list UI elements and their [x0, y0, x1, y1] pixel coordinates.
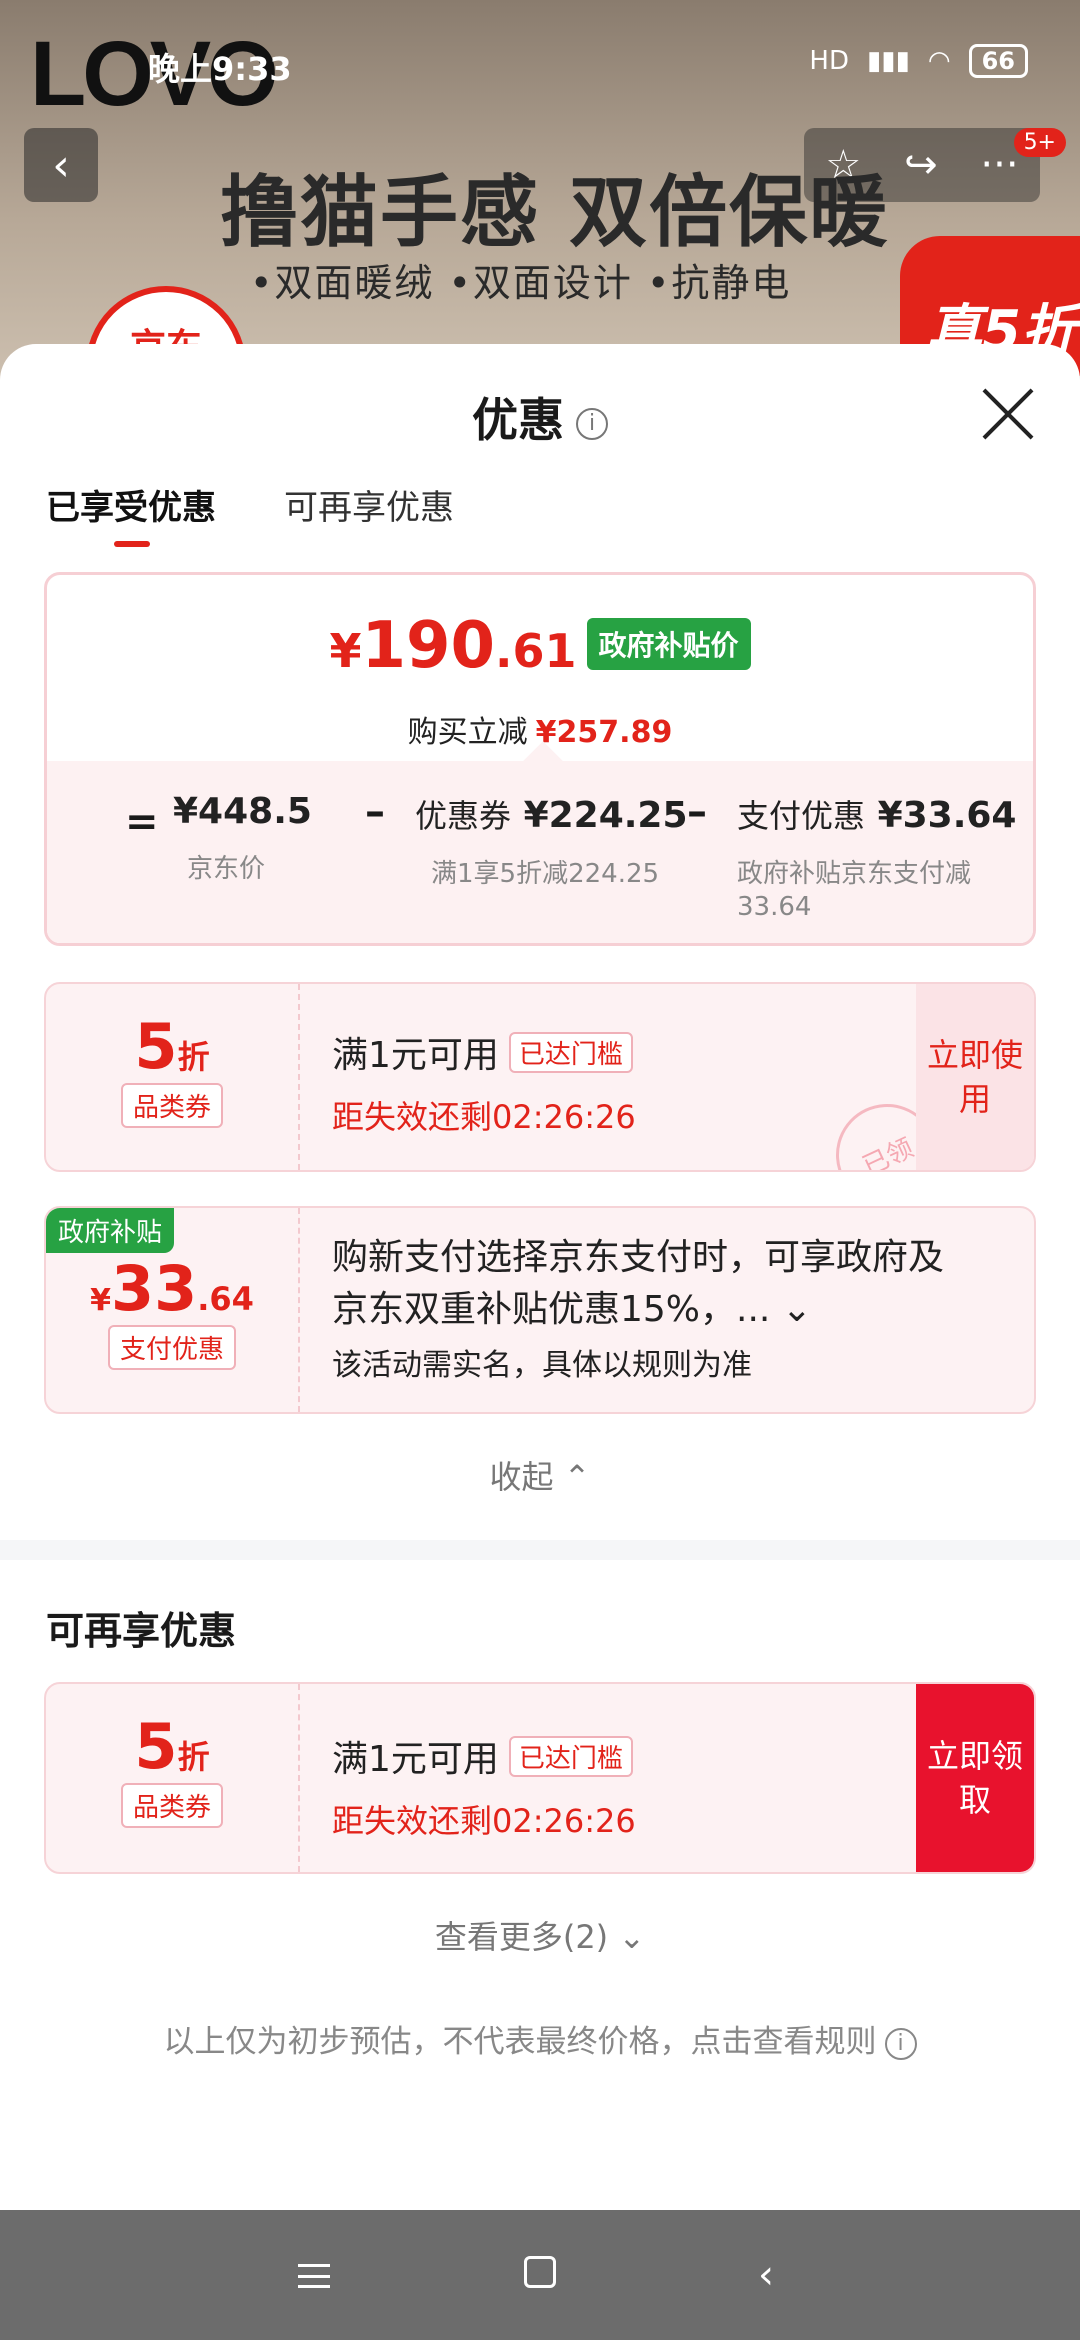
reduce-label: 购买立减 [407, 715, 528, 750]
formula-minus-2: – [687, 789, 707, 835]
jd-price-label: 京东价 [187, 854, 266, 884]
gov-text-1: 购新支付选择京东支付时，可享政府及 [332, 1237, 945, 1278]
wifi-icon: ◠ [927, 46, 951, 76]
product-background: LOVO 晚上9:33 HD ▮▮▮ ◠ 66 ‹ ☆ ↪ ··· 5+ 撸猫手… [0, 0, 1080, 400]
disclaimer-text[interactable]: 以上仅为初步预估，不代表最终价格，点击查看规则 [164, 2024, 877, 2060]
coupon-type: 品类券 [120, 1783, 223, 1828]
coupon-label: 优惠券 [415, 797, 512, 835]
pay-desc-1: 政府补贴京东支付减 [737, 859, 972, 889]
jd-price-col: ¥448.5 京东价 [173, 791, 312, 885]
price-yen: ¥ [329, 624, 362, 678]
disc-value: 5 [134, 1710, 178, 1783]
price-int: 190 [361, 609, 496, 683]
section-divider [0, 1540, 1080, 1560]
signal-icon: ▮▮▮ [866, 46, 910, 76]
disc-value: 5 [134, 1010, 178, 1083]
network-label: HD [809, 46, 849, 76]
pay-value: ¥33.64 [877, 795, 1017, 836]
gov-price-tag: 政府补贴价 [586, 618, 751, 670]
pay-desc-2: 33.64 [737, 892, 812, 922]
home-icon[interactable] [427, 2252, 653, 2298]
coupon-info: 满1元可用 已达门槛 距失效还剩02:26:26 [332, 1730, 636, 1842]
gov-info: 购新支付选择京东支付时，可享政府及 京东双重补贴优惠15%，... ⌄ 该活动需… [332, 1232, 944, 1384]
product-subline: •双面暖绒 •双面设计 •抗静电 [250, 261, 792, 305]
reached-badge: 已达门槛 [508, 1736, 633, 1777]
discount-tabs: 已享受优惠 可再享优惠 [46, 480, 454, 547]
coupon-value: ¥224.25 [523, 795, 688, 836]
coupon-timer: 距失效还剩02:26:26 [332, 1802, 636, 1840]
gov-subsidy-card: 政府补贴 ¥33.64 支付优惠 购新支付选择京东支付时，可享政府及 京东双重补… [44, 1206, 1036, 1414]
system-nav-bar: ‹ [0, 2210, 1080, 2340]
menu-icon[interactable] [201, 2252, 427, 2298]
gov-int: 33 [110, 1252, 198, 1325]
coupon-left: 5折 品类券 [46, 1684, 300, 1872]
disc-unit: 折 [177, 1738, 210, 1776]
coupon-col: 优惠券 ¥224.25 满1享5折减224.25 [415, 791, 688, 890]
sheet-title: 优惠 i [0, 384, 1080, 450]
price-dec: .61 [495, 624, 577, 678]
coupon-type: 品类券 [120, 1083, 223, 1128]
coupon-discount: 5折 [46, 1710, 298, 1783]
disc-unit: 折 [177, 1038, 210, 1076]
coupon-card-claim: 5折 品类券 满1元可用 已达门槛 距失效还剩02:26:26 立即领取 [44, 1682, 1036, 1874]
formula-equals: = [125, 799, 159, 845]
see-more-button[interactable]: 查看更多(2) ⌄ [0, 1912, 1080, 1958]
jd-price-value: ¥448.5 [173, 791, 312, 832]
sheet-title-text: 优惠 [472, 393, 564, 447]
close-icon[interactable] [980, 386, 1036, 442]
use-now-button[interactable]: 立即使用 [916, 984, 1034, 1170]
gov-yen: ¥ [90, 1283, 111, 1318]
coupon-info: 满1元可用 已达门槛 距失效还剩02:26:26 [332, 1026, 636, 1138]
disclaimer[interactable]: 以上仅为初步预估，不代表最终价格，点击查看规则 i [0, 2016, 1080, 2061]
tab-enjoyed[interactable]: 已享受优惠 [46, 480, 216, 547]
coupon-desc: 满1享5折减224.25 [431, 859, 660, 889]
coupon-condition: 满1元可用 [332, 1035, 499, 1076]
price-summary: ¥190.61 政府补贴价 购买立减 ¥257.89 = ¥448.5 京东价 – … [44, 572, 1036, 946]
back-icon[interactable]: ‹ [24, 128, 98, 202]
gov-note: 该活动需实名，具体以规则为准 [332, 1348, 752, 1383]
coupon-condition: 满1元可用 [332, 1739, 499, 1780]
reached-badge: 已达门槛 [508, 1032, 633, 1073]
more-icon[interactable]: ··· [980, 142, 1018, 188]
gov-tag: 政府补贴 [46, 1208, 175, 1253]
info-icon[interactable]: i [884, 2028, 917, 2060]
price-formula: = ¥448.5 京东价 – 优惠券 ¥224.25 满1享5折减224.25 … [47, 741, 1033, 943]
coupon-discount: 5折 [46, 1010, 298, 1083]
status-time: 晚上9:33 [148, 50, 292, 88]
cart-badge: 5+ [1013, 128, 1066, 157]
share-icon[interactable]: ↪ [904, 142, 938, 188]
discount-sheet: 优惠 i 已享受优惠 可再享优惠 ¥190.61 政府补贴价 购买立减 ¥257.89… [0, 344, 1080, 2210]
final-price: ¥190.61 政府补贴价 [47, 609, 1033, 683]
product-headline: 撸猫手感 双倍保暖 [220, 168, 890, 258]
gov-dec: .64 [197, 1280, 254, 1318]
tab-available[interactable]: 可再享优惠 [284, 480, 454, 529]
gov-amount: ¥33.64 [46, 1252, 298, 1325]
coupon-timer: 距失效还剩02:26:26 [332, 1098, 636, 1136]
formula-minus-1: – [365, 789, 385, 835]
pay-col: 支付优惠 ¥33.64 政府补贴京东支付减 33.64 [737, 791, 1016, 922]
gov-type: 支付优惠 [107, 1325, 236, 1370]
coupon-left: 5折 品类券 [46, 984, 300, 1170]
battery-icon: 66 [968, 44, 1028, 78]
available-section-title: 可再享优惠 [46, 1609, 237, 1653]
gov-left: 政府补贴 ¥33.64 支付优惠 [46, 1208, 300, 1412]
collapse-button[interactable]: 收起 ⌃ [0, 1452, 1080, 1498]
claim-now-button[interactable]: 立即领取 [916, 1684, 1034, 1872]
status-icons: HD ▮▮▮ ◠ 66 [809, 44, 1028, 78]
coupon-card-used: 5折 品类券 满1元可用 已达门槛 距失效还剩02:26:26 已领 立即使用 [44, 982, 1036, 1172]
pay-label: 支付优惠 [737, 797, 866, 835]
reduce-value: ¥257.89 [535, 715, 673, 750]
gov-text-2[interactable]: 京东双重补贴优惠15%，... ⌄ [332, 1284, 944, 1336]
info-icon[interactable]: i [576, 407, 608, 440]
nav-back-icon[interactable]: ‹ [653, 2252, 879, 2298]
